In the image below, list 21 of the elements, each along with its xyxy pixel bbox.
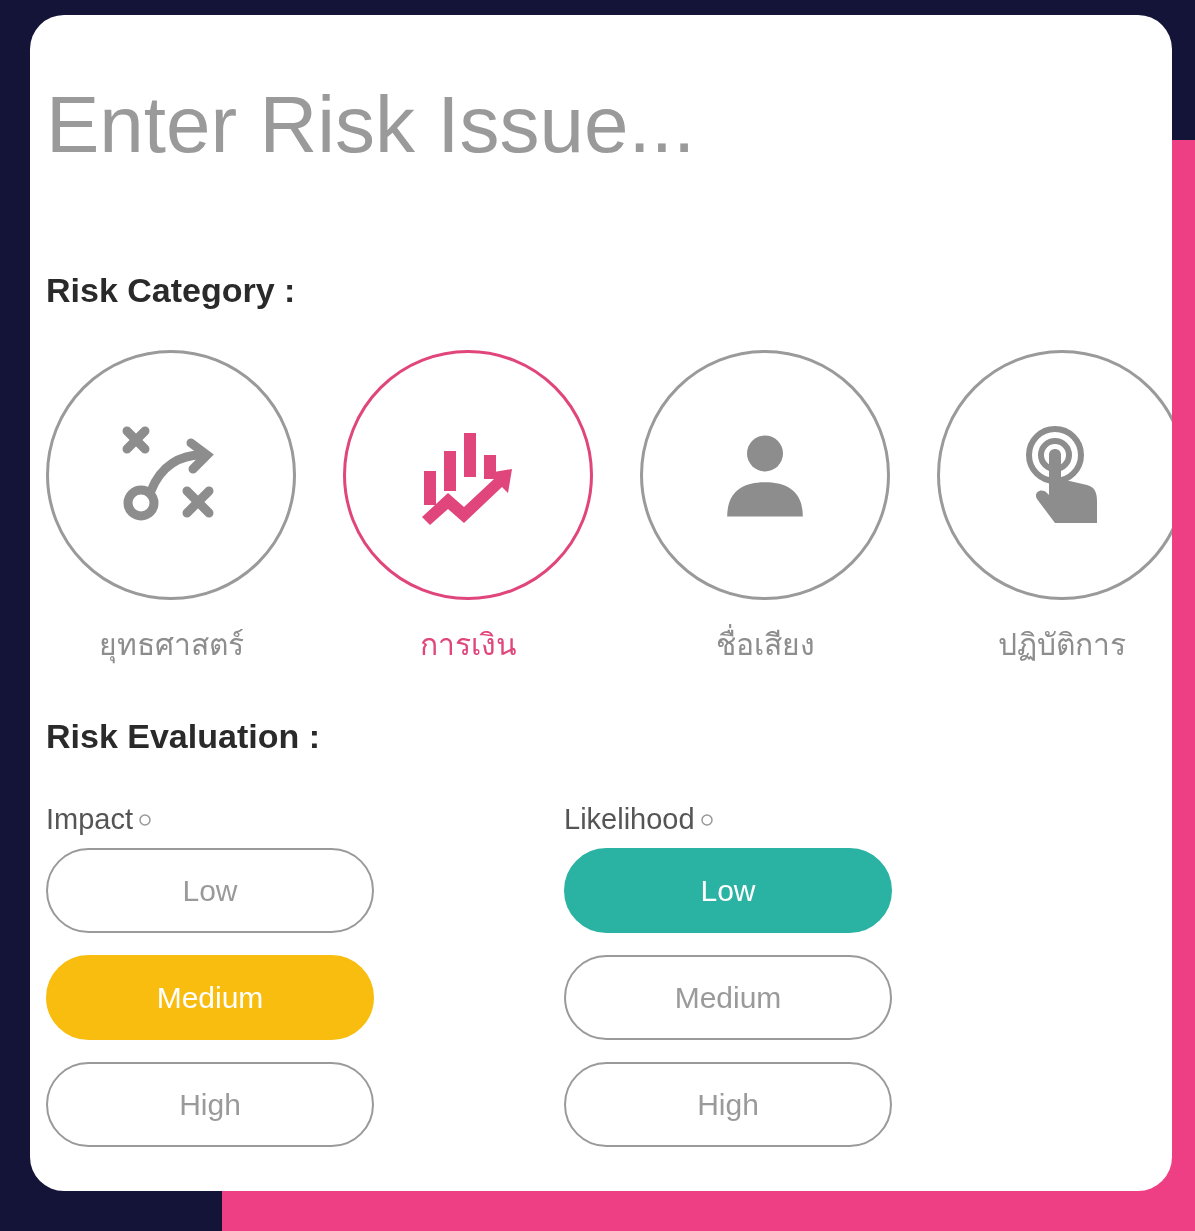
- field-label: Likelihood: [564, 802, 695, 838]
- level-option[interactable]: Low: [46, 848, 374, 933]
- level-option[interactable]: High: [564, 1062, 892, 1147]
- section-heading: Risk Category :: [46, 270, 297, 311]
- level-option[interactable]: Medium: [564, 955, 892, 1040]
- category-button[interactable]: [640, 350, 890, 600]
- category-label: การเงิน: [419, 627, 517, 663]
- category-label: ยุทธศาสตร์: [98, 622, 244, 667]
- level-option[interactable]: High: [46, 1062, 374, 1147]
- info-icon[interactable]: [700, 814, 713, 826]
- category-button[interactable]: [937, 350, 1172, 600]
- info-icon[interactable]: [139, 814, 152, 826]
- category-button[interactable]: [343, 350, 593, 600]
- field-label: Impact: [46, 802, 134, 838]
- category-label: ปฏิบัติการ: [998, 627, 1126, 663]
- category-label: ชื่อเสียง: [715, 622, 815, 667]
- risk-issue-field[interactable]: Enter Risk Issue...: [46, 75, 946, 175]
- category-button[interactable]: [46, 350, 296, 600]
- level-option[interactable]: Low: [564, 848, 892, 933]
- section-heading: Risk Evaluation :: [46, 716, 321, 757]
- level-option[interactable]: Medium: [46, 955, 374, 1040]
